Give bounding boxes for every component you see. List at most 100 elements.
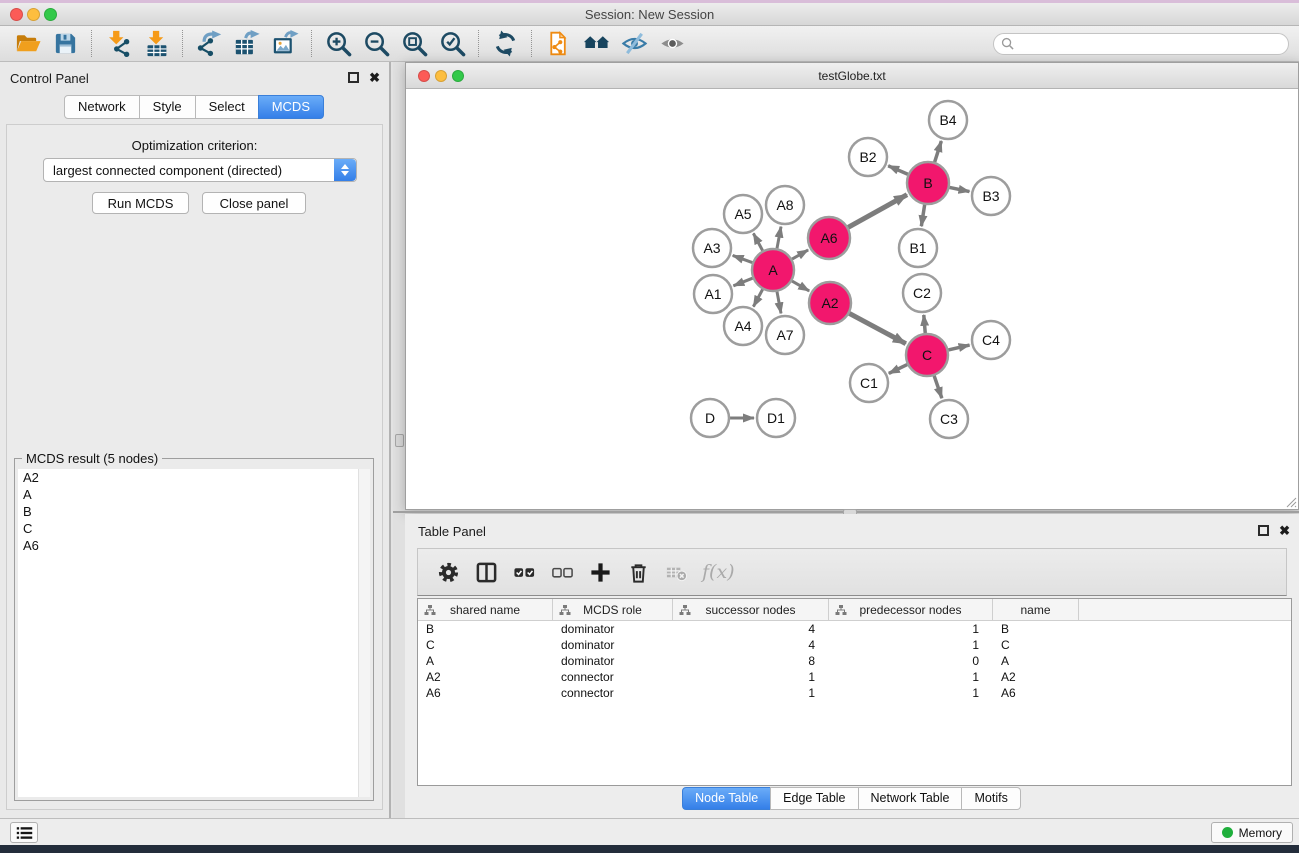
cell-predecessor-nodes[interactable]: 0 [829, 653, 993, 669]
cell-predecessor-nodes[interactable]: 1 [829, 685, 993, 701]
cell-name[interactable]: C [993, 637, 1079, 653]
control-panel-close-button[interactable]: ✖ [369, 71, 380, 84]
cell-MCDS-role[interactable]: dominator [553, 653, 673, 669]
column-header-predecessor-nodes[interactable]: predecessor nodes [829, 599, 993, 620]
edge-A-A2[interactable] [792, 281, 809, 291]
cell-shared-name[interactable]: A [418, 653, 553, 669]
result-item-a[interactable]: A [18, 486, 370, 503]
cell-successor-nodes[interactable]: 1 [673, 669, 829, 685]
window-resize-grip[interactable] [1283, 494, 1297, 508]
result-item-a2[interactable]: A2 [18, 469, 370, 486]
zoom-out-button[interactable] [357, 29, 395, 59]
network-canvas[interactable]: AA1A2A3A4A5A6A7A8BB1B2B3B4CC1C2C3C4DD1 [406, 90, 1298, 509]
export-table-button[interactable] [228, 29, 266, 59]
cell-MCDS-role[interactable]: connector [553, 685, 673, 701]
tab-edge-table[interactable]: Edge Table [770, 787, 858, 810]
cell-name[interactable]: B [993, 621, 1079, 637]
control-panel-float-button[interactable] [348, 72, 359, 83]
deselect-all-button[interactable] [546, 556, 578, 588]
select-all-button[interactable] [508, 556, 540, 588]
result-scrollbar[interactable] [358, 469, 370, 797]
import-table-button[interactable] [137, 29, 175, 59]
show-all-button[interactable] [653, 29, 691, 59]
cell-shared-name[interactable]: C [418, 637, 553, 653]
table-panel-float-button[interactable] [1258, 525, 1269, 536]
hide-selected-button[interactable] [615, 29, 653, 59]
table-row[interactable]: Bdominator41B [418, 621, 1291, 637]
table-panel-close-button[interactable]: ✖ [1279, 524, 1290, 537]
tab-select[interactable]: Select [195, 95, 259, 119]
edge-C-C1[interactable] [889, 365, 907, 374]
show-columns-button[interactable] [470, 556, 502, 588]
cell-MCDS-role[interactable]: dominator [553, 621, 673, 637]
edge-A-A5[interactable] [753, 233, 762, 250]
column-header-successor-nodes[interactable]: successor nodes [673, 599, 829, 620]
export-network-button[interactable] [190, 29, 228, 59]
cell-name[interactable]: A [993, 653, 1079, 669]
cell-successor-nodes[interactable]: 4 [673, 621, 829, 637]
edge-A-A3[interactable] [733, 255, 753, 262]
edge-B-B3[interactable] [950, 187, 970, 191]
zoom-in-button[interactable] [319, 29, 357, 59]
tab-network-table[interactable]: Network Table [858, 787, 963, 810]
zoom-fit-button[interactable] [395, 29, 433, 59]
edge-A-A1[interactable] [733, 278, 752, 286]
edge-A-A4[interactable] [753, 289, 762, 306]
cell-MCDS-role[interactable]: connector [553, 669, 673, 685]
close-panel-button[interactable]: Close panel [202, 192, 306, 214]
cell-name[interactable]: A2 [993, 669, 1079, 685]
edge-A-A8[interactable] [777, 227, 781, 249]
result-item-c[interactable]: C [18, 520, 370, 537]
cell-predecessor-nodes[interactable]: 1 [829, 637, 993, 653]
table-row[interactable]: A6connector11A6 [418, 685, 1291, 701]
cell-predecessor-nodes[interactable]: 1 [829, 669, 993, 685]
tab-mcds[interactable]: MCDS [258, 95, 324, 119]
result-item-a6[interactable]: A6 [18, 537, 370, 554]
edge-A-A6[interactable] [792, 250, 808, 259]
edge-A6-B[interactable] [848, 195, 907, 228]
task-history-button[interactable] [10, 822, 38, 843]
cell-shared-name[interactable]: A2 [418, 669, 553, 685]
cell-successor-nodes[interactable]: 8 [673, 653, 829, 669]
zoom-selected-button[interactable] [433, 29, 471, 59]
column-header-MCDS-role[interactable]: MCDS role [553, 599, 673, 620]
table-row[interactable]: Adominator80A [418, 653, 1291, 669]
refresh-button[interactable] [486, 29, 524, 59]
cell-MCDS-role[interactable]: dominator [553, 637, 673, 653]
new-network-from-selection-button[interactable] [539, 29, 577, 59]
delete-table-button[interactable] [660, 556, 692, 588]
edge-C-C3[interactable] [934, 376, 942, 398]
table-settings-button[interactable] [432, 556, 464, 588]
cell-predecessor-nodes[interactable]: 1 [829, 621, 993, 637]
cell-shared-name[interactable]: B [418, 621, 553, 637]
cell-successor-nodes[interactable]: 1 [673, 685, 829, 701]
edge-C-C4[interactable] [948, 345, 969, 350]
add-row-button[interactable] [584, 556, 616, 588]
edge-B-B2[interactable] [888, 166, 908, 175]
table-row[interactable]: Cdominator41C [418, 637, 1291, 653]
edge-B-B1[interactable] [921, 205, 924, 227]
criterion-dropdown[interactable]: largest connected component (directed) [43, 158, 357, 182]
search-input[interactable] [1019, 37, 1281, 51]
tab-motifs[interactable]: Motifs [961, 787, 1020, 810]
edge-B-B4[interactable] [935, 141, 942, 162]
column-header-shared-name[interactable]: shared name [418, 599, 553, 620]
home-button[interactable] [577, 29, 615, 59]
export-image-button[interactable] [266, 29, 304, 59]
tab-style[interactable]: Style [139, 95, 196, 119]
cell-name[interactable]: A6 [993, 685, 1079, 701]
result-item-b[interactable]: B [18, 503, 370, 520]
function-builder-button[interactable]: f(x) [702, 561, 735, 583]
open-session-button[interactable] [8, 29, 46, 59]
vertical-splitter-handle[interactable] [395, 434, 404, 447]
table-row[interactable]: A2connector11A2 [418, 669, 1291, 685]
column-header-name[interactable]: name [993, 599, 1079, 620]
tab-node-table[interactable]: Node Table [682, 787, 771, 810]
cell-shared-name[interactable]: A6 [418, 685, 553, 701]
tab-network[interactable]: Network [64, 95, 140, 119]
memory-button[interactable]: Memory [1211, 822, 1293, 843]
edge-A-A7[interactable] [777, 292, 781, 314]
cell-successor-nodes[interactable]: 4 [673, 637, 829, 653]
import-network-button[interactable] [99, 29, 137, 59]
run-mcds-button[interactable]: Run MCDS [92, 192, 189, 214]
